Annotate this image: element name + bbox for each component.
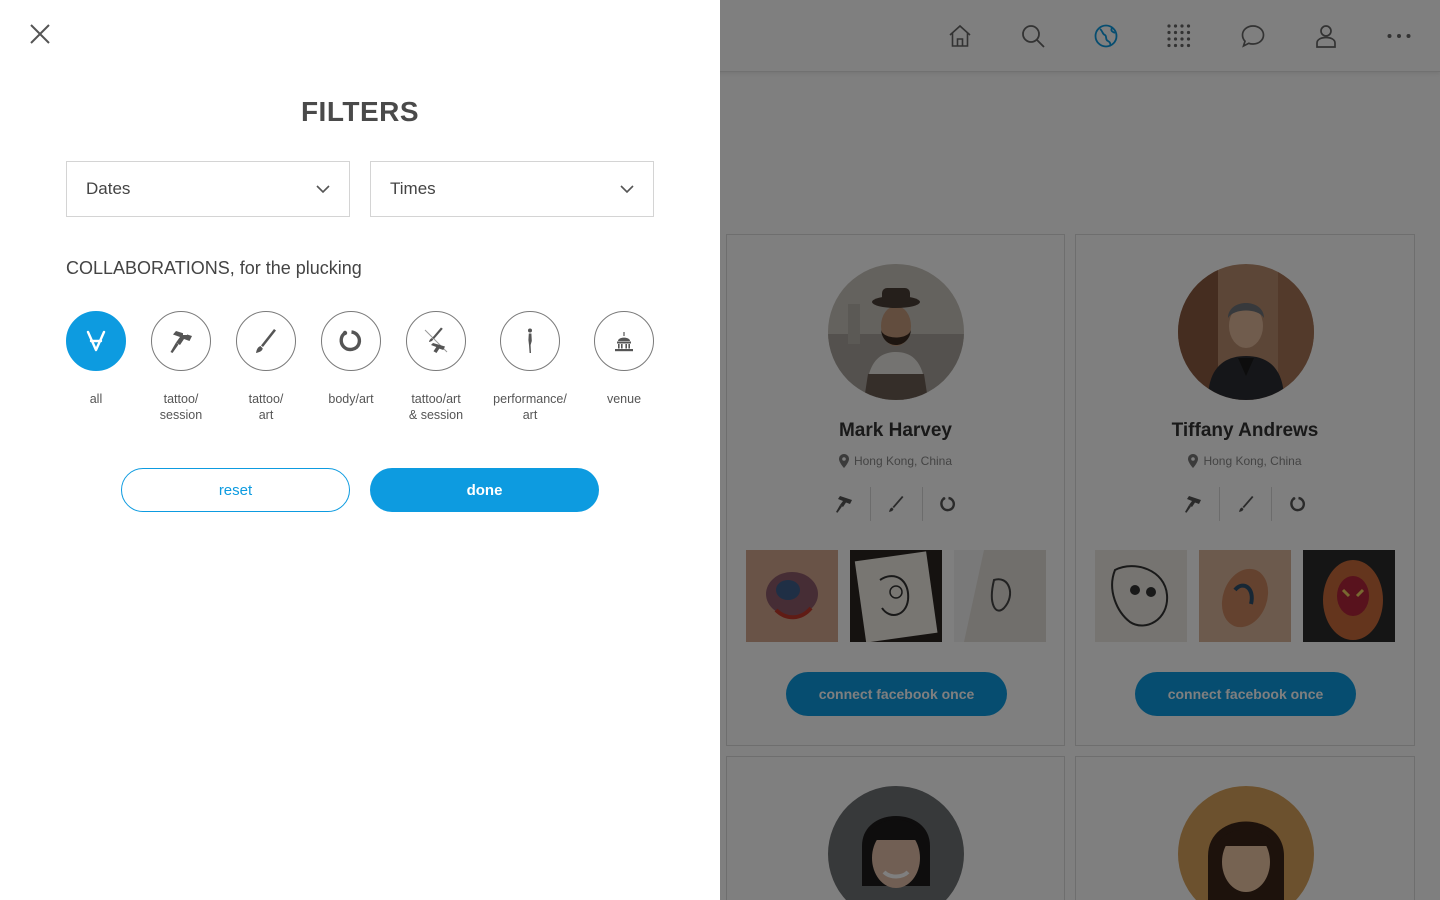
collaborations-heading: COLLABORATIONS, for the plucking: [66, 258, 362, 278]
tattoo-machine-icon: [151, 311, 211, 371]
chip-label: venue: [606, 392, 642, 406]
venue-building-icon: [594, 311, 654, 371]
brush-and-machine-icon: [406, 311, 466, 371]
times-dropdown-label: Times: [390, 179, 436, 198]
close-icon[interactable]: [26, 20, 54, 48]
times-dropdown[interactable]: Times: [370, 161, 654, 217]
piercing-ring-icon: [321, 311, 381, 371]
dates-dropdown[interactable]: Dates: [66, 161, 350, 217]
chevron-down-icon: [620, 184, 634, 193]
paintbrush-icon: [236, 311, 296, 371]
performer-icon: [500, 311, 560, 371]
chevron-down-icon: [316, 184, 330, 193]
filter-chip-venue[interactable]: venue: [564, 311, 684, 407]
dates-dropdown-label: Dates: [86, 179, 131, 198]
filters-panel: FILTERS Dates Times COLLABORATIONS, for …: [0, 0, 720, 900]
page-title: FILTERS: [300, 96, 420, 127]
done-button[interactable]: done: [370, 468, 599, 512]
reset-button[interactable]: reset: [121, 468, 350, 512]
for-all-icon: [66, 311, 126, 371]
